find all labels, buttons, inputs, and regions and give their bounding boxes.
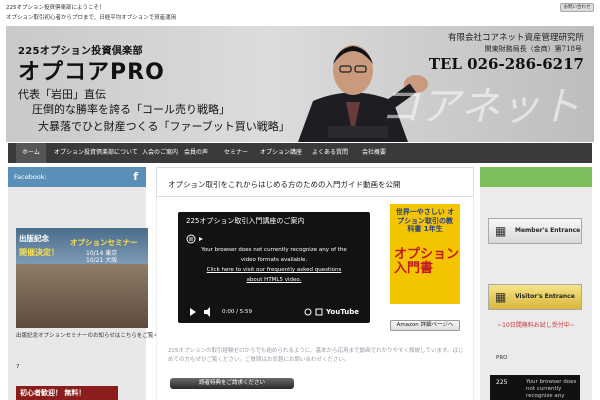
seminar-banner[interactable]: 出版記念 オプションセミナー 開催決定！ 10/14 東京 10/21 大阪 xyxy=(16,228,148,328)
video-msg-line-2: video formats available. xyxy=(240,257,308,263)
settings-icon[interactable] xyxy=(304,308,312,316)
watermark-logo: コアネット xyxy=(380,84,580,130)
seminar-date-osaka: 10/21 大阪 xyxy=(86,257,118,264)
video-unsupported-message: Your browser does not currently recogniz… xyxy=(178,245,370,285)
top-line-1: 225オプション投資倶楽部にようこそ！ xyxy=(6,5,105,11)
seminar-caption[interactable]: 出版記念オプションセミナーのお知らせはこちらをご覧ください xyxy=(16,331,175,339)
volume-icon[interactable] xyxy=(204,307,210,317)
nav-faq[interactable]: よくある質問 xyxy=(312,143,348,163)
beginner-banner-label: 初心者歓迎！ 無料！ xyxy=(20,389,86,397)
visitor-entrance-button[interactable]: ▦ Visitor's Entrance xyxy=(488,284,582,310)
nav-course[interactable]: オプション講座 xyxy=(260,143,302,163)
facebook-bar: Facebook: f xyxy=(8,167,146,187)
member-entrance-button[interactable]: ▦ Member's Entrance xyxy=(488,218,582,244)
visitor-entrance-label: Visitor's Entrance xyxy=(515,293,575,300)
article-description: 225オプションの取引経験ゼロからでも始められるように、基本から応用まで動画でわ… xyxy=(168,348,464,363)
amazon-detail-button[interactable]: Amazon 詳細ページへ xyxy=(390,320,460,331)
building-icon: ▦ xyxy=(495,290,507,304)
registration-number: 関東財務局長（金商）第718号 xyxy=(484,45,582,53)
book-cover[interactable]: 世界一やさしい オプション取引の教科書 1年生 オプション 入門書 xyxy=(390,204,460,304)
right-header-bar xyxy=(480,167,592,187)
tagline-2: 圧倒的な勝率を誇る「コール売り戦略」 xyxy=(32,103,230,116)
nav-join[interactable]: 入会のご案内 xyxy=(142,143,178,163)
video-time: 0:00 / 5:59 xyxy=(222,309,253,315)
top-line-2: オプション取引初心者からプロまで、日経平均オプションで資産運用 xyxy=(6,15,177,21)
nav-seminar[interactable]: セミナー xyxy=(224,143,248,163)
company-name: 有限会社コアネット資産管理研究所 xyxy=(447,33,584,43)
phone-number: TEL 026-286-6217 xyxy=(428,55,584,73)
video-faq-link-2[interactable]: about HTML5 video. xyxy=(178,275,370,285)
member-entrance-label: Member's Entrance xyxy=(515,227,581,234)
tagline-3: 大暴落でひと財産つくる「ファーブット買い戦略」 xyxy=(38,120,290,133)
play-icon[interactable] xyxy=(190,308,196,316)
seminar-label-2: オプションセミナー xyxy=(70,238,138,247)
facebook-label: Facebook: xyxy=(14,173,47,181)
left-sub-label: 7 xyxy=(16,364,20,370)
nav-voices[interactable]: 会員の声 xyxy=(184,143,208,163)
free-trial-link[interactable]: ~10日間無料お試し受付中~ xyxy=(480,320,592,329)
video-faq-link-1[interactable]: Click here to visit our frequently asked… xyxy=(178,265,370,275)
pro-label: PRO xyxy=(496,355,508,361)
youtube-logo[interactable]: YouTube xyxy=(326,308,359,316)
video-msg-line-1: Your browser does not currently recogniz… xyxy=(201,247,347,253)
beginner-banner[interactable]: 初心者歓迎！ 無料！ xyxy=(16,386,118,400)
brand-logo[interactable]: オプコアPRO xyxy=(18,54,165,86)
seminar-label-1: 出版記念 xyxy=(19,234,49,243)
nav-about[interactable]: オプション投資倶楽部について xyxy=(54,143,138,163)
sidebar-video[interactable]: 225 Your browser does not currently reco… xyxy=(490,375,580,400)
contact-button[interactable]: お問い合わせ xyxy=(560,3,594,12)
book-label: オプション 入門書 xyxy=(394,247,460,276)
seminar-date-tokyo: 10/14 東京 xyxy=(86,250,118,257)
video-title[interactable]: 225オプション取引入門講座のご案内 xyxy=(186,216,304,226)
seminar-dates: 10/14 東京 10/21 大阪 xyxy=(86,250,117,264)
header-banner: 225オプション投資倶楽部 オプコアPRO 代表「岩田」直伝 圧倒的な勝率を誇る… xyxy=(6,26,594,142)
sidebar-video-title: 225 xyxy=(496,379,508,386)
tagline-1: 代表「岩田」直伝 xyxy=(18,88,106,101)
fullscreen-icon[interactable] xyxy=(315,308,323,316)
nav-home[interactable]: ホーム xyxy=(16,143,46,163)
facebook-icon[interactable]: f xyxy=(133,170,138,183)
video-top-icons xyxy=(186,234,203,244)
building-icon: ▦ xyxy=(495,224,507,238)
nav-company[interactable]: 会社概要 xyxy=(362,143,386,163)
seminar-photo xyxy=(16,264,148,328)
sidebar-video-message: Your browser does not currently recogniz… xyxy=(526,379,577,399)
seminar-label-3: 開催決定！ xyxy=(19,248,59,257)
top-strip: 225オプション投資倶楽部にようこそ！ オプション取引初心者からプロまで、日経平… xyxy=(0,0,600,26)
book-title: 世界一やさしい オプション取引の教科書 1年生 xyxy=(395,208,455,233)
article-title[interactable]: オプション取引をこれからはじめる方のための入門ガイド動画を公開 xyxy=(168,179,401,190)
reader-bonus-button[interactable]: 読者特典をご請求ください xyxy=(170,378,294,389)
main-nav: ホーム オプション投資倶楽部について 入会のご案内 会員の声 セミナー オプショ… xyxy=(8,143,592,163)
